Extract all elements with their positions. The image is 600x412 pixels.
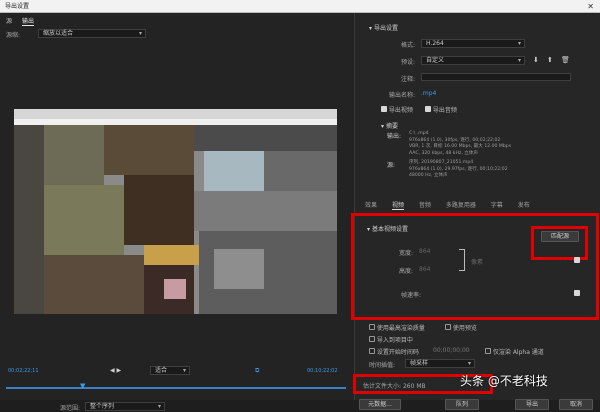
fit-value: 适合 bbox=[155, 367, 168, 374]
summary-output-lines: C:\ .mp4 976x864 (1.0), 30fps, 逐行, 00;02… bbox=[409, 131, 512, 156]
summary-title: ▾ 摘要 bbox=[381, 123, 398, 130]
summary-source-label: 源: bbox=[387, 162, 396, 169]
export-audio-checkbox[interactable]: 导出音频 bbox=[425, 105, 457, 114]
source-range-select[interactable]: 整个序列 bbox=[85, 402, 165, 411]
export-video-checkbox[interactable]: 导出视频 bbox=[381, 105, 413, 114]
comment-field[interactable] bbox=[421, 73, 571, 81]
close-icon[interactable]: ✕ bbox=[587, 0, 594, 13]
chevron-down-icon[interactable]: ▾ bbox=[369, 25, 372, 32]
source-range-label: 源范围: bbox=[60, 405, 81, 412]
interpolation-select[interactable]: 帧采样 bbox=[405, 359, 475, 368]
right-panel: ▾ 导出设置 格式: H.264 预设: 自定义 ⬇ ⬆ 🗑 注释: 输出名称:… bbox=[351, 13, 600, 410]
match-fps-check[interactable] bbox=[574, 290, 580, 296]
tab-effects[interactable]: 效果 bbox=[365, 200, 377, 209]
summary-source-lines: 序列, 20190807_21051.mp4 976x864 (1.0), 29… bbox=[409, 160, 508, 178]
window-titlebar: 导出设置 ✕ bbox=[0, 0, 600, 13]
fps-label: 帧速率: bbox=[400, 292, 421, 299]
timecode-value[interactable]: 00;00;00;00 bbox=[433, 347, 470, 354]
format-label: 格式: bbox=[400, 42, 415, 49]
export-audio-check[interactable] bbox=[425, 106, 431, 112]
tab-publish[interactable]: 发布 bbox=[518, 200, 530, 209]
width-value[interactable]: 864 bbox=[419, 248, 430, 255]
match-source-button[interactable]: 匹配源 bbox=[541, 231, 579, 242]
output-name-link[interactable]: .mp4 bbox=[421, 90, 436, 97]
source-scaling-select[interactable]: 缩放以适合 bbox=[38, 29, 146, 38]
preset-select[interactable]: 自定义 bbox=[421, 56, 525, 65]
metadata-button[interactable]: 元数据... bbox=[359, 399, 401, 410]
playhead-icon[interactable]: ▼ bbox=[80, 382, 85, 390]
save-preset-icon[interactable]: ⬇ bbox=[533, 56, 539, 64]
timeline-bar[interactable] bbox=[6, 387, 346, 389]
cancel-button[interactable]: 取消 bbox=[559, 399, 593, 410]
format-value: H.264 bbox=[426, 40, 444, 47]
preset-label: 预设: bbox=[400, 59, 415, 66]
export-video-label: 导出视频 bbox=[388, 107, 413, 114]
tab-source[interactable]: 源 bbox=[6, 16, 12, 25]
interpolation-value: 帧采样 bbox=[410, 360, 429, 367]
summary-output-label: 输出: bbox=[387, 133, 402, 140]
comment-label: 注释: bbox=[400, 76, 415, 83]
export-audio-label: 导出音频 bbox=[432, 107, 457, 114]
basic-video-title: ▾ 基本视频设置 bbox=[367, 226, 408, 233]
render-alpha-option[interactable]: 仅渲染 Alpha 通道 bbox=[485, 347, 544, 356]
watermark-text: 头条 @不老科技 bbox=[460, 374, 548, 388]
timeline-start-time: 00;02;22;11 bbox=[8, 368, 39, 374]
output-name-label: 输出名称: bbox=[388, 92, 415, 99]
chevron-down-icon[interactable]: ▾ bbox=[381, 123, 384, 130]
file-size-value: 260 MB bbox=[402, 383, 426, 390]
left-panel: 源 输出 源缩: 缩放以适合 00;02;22;11 ◀ ▶ 适合 ⧉ 00;1… bbox=[0, 13, 354, 412]
height-value[interactable]: 864 bbox=[419, 266, 430, 273]
export-settings-title: ▾ 导出设置 bbox=[369, 25, 398, 32]
start-timecode-option[interactable]: 设置开始时间码 bbox=[369, 347, 419, 356]
source-range-value: 整个序列 bbox=[90, 403, 115, 410]
height-label: 高度: bbox=[398, 268, 413, 275]
unit-label: 像素 bbox=[471, 259, 484, 266]
mark-in-icon[interactable]: ◀ ▶ bbox=[110, 367, 121, 374]
import-project-option[interactable]: 导入到项目中 bbox=[369, 335, 413, 344]
max-render-option[interactable]: 使用最高渲染质量 bbox=[369, 323, 425, 332]
settings-tabs: 效果 视频 音频 多路复用器 字幕 发布 bbox=[365, 200, 543, 210]
tab-captions[interactable]: 字幕 bbox=[491, 200, 503, 209]
chevron-down-icon[interactable]: ▾ bbox=[367, 226, 370, 233]
video-preview bbox=[14, 109, 337, 314]
tab-video[interactable]: 视频 bbox=[391, 200, 404, 210]
match-size-check[interactable] bbox=[574, 257, 580, 263]
width-label: 宽度: bbox=[398, 250, 413, 257]
fit-select[interactable]: 适合 bbox=[150, 366, 190, 375]
export-button[interactable]: 导出 bbox=[515, 399, 549, 410]
use-previews-option[interactable]: 使用预览 bbox=[445, 323, 477, 332]
left-tabs: 源 输出 bbox=[6, 16, 42, 26]
link-bracket[interactable] bbox=[459, 249, 465, 271]
queue-button[interactable]: 队列 bbox=[445, 399, 479, 410]
export-video-check[interactable] bbox=[381, 106, 387, 112]
timeline-end-time: 00;10;22;02 bbox=[307, 368, 338, 374]
format-select[interactable]: H.264 bbox=[421, 39, 525, 48]
import-preset-icon[interactable]: ⬆ bbox=[547, 56, 553, 64]
tab-audio[interactable]: 音频 bbox=[419, 200, 431, 209]
delete-preset-icon[interactable]: 🗑 bbox=[561, 56, 570, 64]
aspect-icon[interactable]: ⧉ bbox=[255, 367, 259, 375]
tab-output[interactable]: 输出 bbox=[21, 16, 34, 26]
tab-multiplexer[interactable]: 多路复用器 bbox=[446, 200, 476, 209]
source-scaling-label: 源缩: bbox=[6, 32, 21, 39]
preset-value: 自定义 bbox=[426, 57, 445, 64]
window-title: 导出设置 bbox=[5, 3, 30, 10]
source-scaling-value: 缩放以适合 bbox=[43, 30, 74, 37]
interpolation-label: 时间插值: bbox=[369, 362, 396, 369]
file-size-label: 估计文件大小: 260 MB bbox=[363, 383, 426, 390]
